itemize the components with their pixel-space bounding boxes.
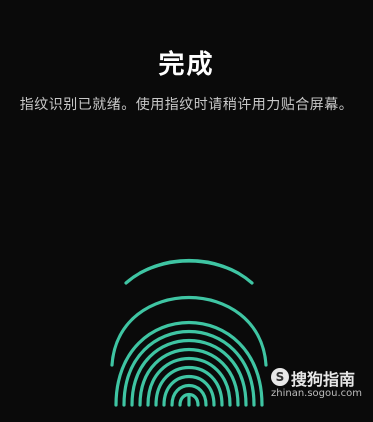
fingerprint-icon[interactable] <box>110 255 270 418</box>
sogou-logo-icon: S <box>271 368 289 386</box>
status-subtitle: 指纹识别已就绪。使用指纹时请稍许用力贴合屏幕。 <box>19 97 354 113</box>
sogou-watermark: S 搜狗指南 zhinan.sogou.com <box>271 364 363 404</box>
status-title: 完成 <box>158 50 215 80</box>
watermark-url: zhinan.sogou.com <box>271 388 363 399</box>
watermark-brand: 搜狗指南 <box>291 370 356 389</box>
